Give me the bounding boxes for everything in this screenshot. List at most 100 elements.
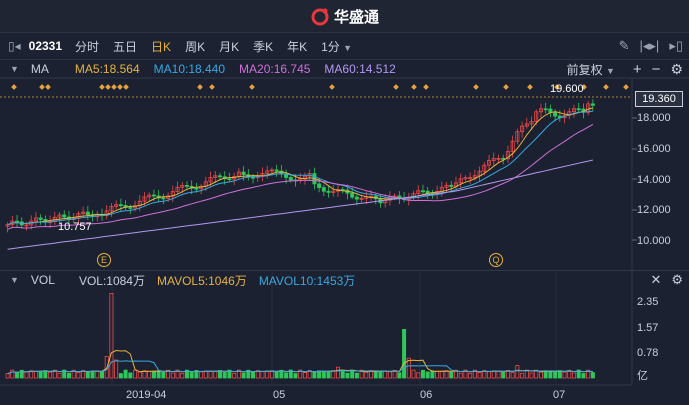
candle-body (317, 183, 322, 189)
candle-body (505, 151, 510, 160)
tab-period-week[interactable]: 周K (178, 38, 212, 55)
vol-indicator-label[interactable]: VOL (31, 273, 55, 287)
candle-body (453, 182, 458, 187)
volume-bar (321, 370, 326, 379)
candle-body (52, 216, 57, 222)
candle-body (156, 195, 161, 199)
volume-bar (114, 359, 119, 379)
volume-bar (118, 373, 123, 379)
volume-bar (184, 369, 189, 379)
volume-bar (265, 370, 270, 379)
volume-bar (501, 371, 506, 379)
volume-bar (90, 370, 95, 379)
stock-code[interactable]: 02331 (25, 39, 68, 53)
tab-period-5day[interactable]: 五日 (106, 38, 144, 55)
candle-body (548, 108, 553, 113)
event-marker-q[interactable]: Q (489, 253, 503, 267)
candle-body (222, 176, 227, 180)
price-tick-16: 16.000 (637, 143, 671, 155)
brand-logo-icon (311, 8, 329, 26)
candle-body (66, 216, 71, 220)
x-label-jul: 07 (553, 389, 566, 401)
volume-bar (567, 369, 572, 379)
candle-body (166, 195, 171, 199)
add-icon[interactable]: + (625, 61, 642, 78)
volume-bar (133, 369, 138, 379)
collapse-icon[interactable]: |◂▸| (640, 38, 660, 54)
volume-bar (128, 372, 133, 379)
candle-body (534, 111, 539, 122)
candle-body (340, 189, 345, 191)
candle-body (147, 194, 152, 198)
event-dot (117, 84, 123, 90)
candle-body (430, 193, 435, 195)
minute-label: 1分 (321, 39, 340, 54)
chevron-down-icon[interactable]: ▼ (0, 64, 31, 74)
adjust-dropdown[interactable]: 前复权 ▼ (567, 61, 615, 78)
volume-bar (71, 369, 76, 379)
minute-dropdown[interactable]: 1分 ▼ (314, 38, 359, 55)
candle-body (406, 197, 411, 200)
event-dot (527, 84, 533, 90)
candle-body (501, 157, 506, 160)
volume-bar (425, 371, 430, 379)
volume-bar (203, 370, 208, 379)
event-dot (197, 84, 203, 90)
pencil-icon[interactable]: ✎ (619, 38, 630, 54)
candle-body (284, 173, 289, 178)
panel-toggle-icon[interactable]: ▸▯ (669, 38, 683, 54)
ma20-value: MA20:16.745 (239, 62, 311, 76)
volume-bar (520, 373, 525, 379)
candle-body (81, 211, 86, 215)
volume-bar (312, 371, 317, 379)
tab-period-intraday[interactable]: 分时 (68, 38, 106, 55)
tab-period-day[interactable]: 日K (144, 38, 178, 55)
candle-body (85, 211, 90, 216)
volume-bar (586, 369, 591, 379)
event-marker-e[interactable]: E (97, 253, 111, 267)
minus-icon[interactable]: − (652, 61, 661, 78)
gear-icon[interactable]: ⚙ (671, 272, 683, 288)
ma-indicator-label[interactable]: MA (31, 62, 49, 76)
volume-bar (439, 371, 444, 379)
volume-bar (576, 369, 581, 379)
candle-body (279, 170, 284, 175)
volume-bar (420, 369, 425, 379)
volume-bar (10, 369, 15, 379)
candle-body (90, 214, 95, 218)
event-dot (603, 84, 609, 90)
chevron-down-icon: ▼ (605, 65, 615, 76)
volume-bar (510, 372, 515, 379)
ma-legend-bar: ▼ MA MA5:18.564 MA10:18.440 MA20:16.745 … (0, 60, 689, 78)
close-icon[interactable]: ✕ (650, 272, 661, 288)
candle-body (255, 175, 260, 179)
volume-bar (260, 370, 265, 379)
volume-bar (232, 372, 237, 379)
volume-bar (123, 369, 128, 379)
x-label-may: 05 (273, 389, 286, 401)
candle-body (529, 121, 534, 125)
volume-bar (104, 355, 109, 379)
tab-period-month[interactable]: 月K (212, 38, 246, 55)
volume-bar (241, 372, 246, 379)
volume-bar (350, 369, 355, 379)
vol-tick-3: 0.78 (637, 347, 659, 359)
tab-period-quarter[interactable]: 季K (246, 38, 280, 55)
volume-bar (81, 370, 86, 379)
candle-body (402, 197, 407, 200)
volume-bar (326, 371, 331, 379)
candle-body (288, 177, 293, 181)
volume-bar (435, 370, 440, 379)
candle-body (510, 140, 515, 152)
volume-bar (62, 369, 67, 379)
adjust-label: 前复权 (566, 62, 603, 77)
sidebar-toggle-icon[interactable]: ▯◂ (0, 39, 25, 53)
chevron-down-icon[interactable]: ▼ (0, 275, 31, 285)
volume-bar (24, 371, 29, 379)
ma60-line (7, 159, 594, 250)
volume-bar (572, 372, 577, 379)
tab-period-year[interactable]: 年K (280, 38, 314, 55)
gear-icon[interactable]: ⚙ (670, 61, 683, 78)
volume-bar (255, 370, 260, 379)
candle-body (246, 174, 251, 178)
